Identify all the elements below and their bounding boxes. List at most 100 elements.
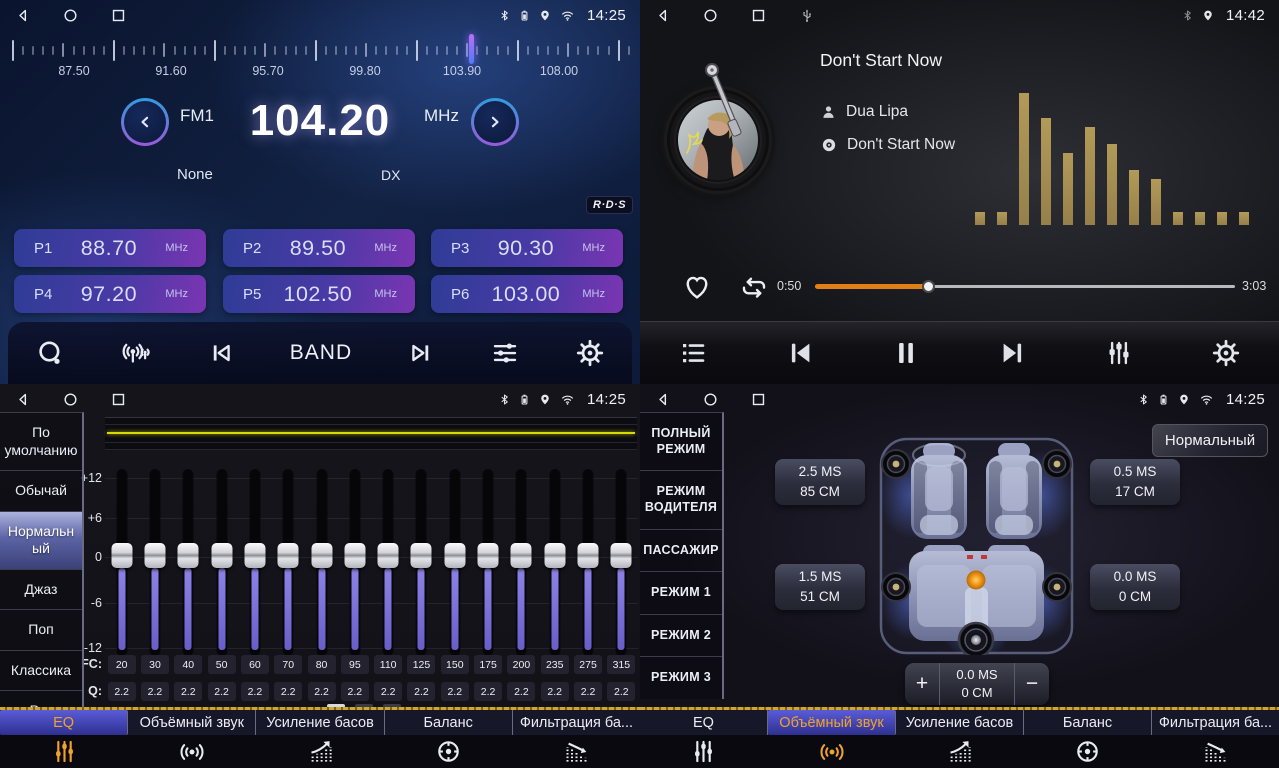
- fc-value[interactable]: 70: [274, 655, 302, 674]
- eq-band-slider[interactable]: [143, 470, 167, 655]
- next-track-button[interactable]: [994, 334, 1032, 372]
- home-icon[interactable]: [62, 391, 79, 408]
- preset-button-p1[interactable]: P188.70MHz: [14, 229, 206, 267]
- q-value[interactable]: 2.2: [108, 682, 136, 701]
- fc-value[interactable]: 315: [607, 655, 635, 674]
- q-value[interactable]: 2.2: [574, 682, 602, 701]
- recents-icon[interactable]: [750, 7, 767, 24]
- q-value[interactable]: 2.2: [474, 682, 502, 701]
- tab-filter[interactable]: Фильтрация ба...: [513, 710, 640, 735]
- preset-button-p4[interactable]: P497.20MHz: [14, 275, 206, 313]
- eq-band-slider[interactable]: [110, 470, 134, 655]
- eq-band-slider[interactable]: [176, 470, 200, 655]
- q-value[interactable]: 2.2: [208, 682, 236, 701]
- tab-surround-icon-slot[interactable]: [128, 735, 256, 768]
- tab-eq[interactable]: EQ: [0, 710, 128, 735]
- tab-filter-icon-slot[interactable]: [512, 735, 640, 768]
- fc-value[interactable]: 60: [241, 655, 269, 674]
- tab-balance[interactable]: Баланс: [385, 710, 513, 735]
- next-button[interactable]: [403, 335, 439, 371]
- settings-button[interactable]: [571, 334, 609, 372]
- rear-left-delay-button[interactable]: 1.5 MS 51 CM: [775, 564, 865, 610]
- tab-surround-icon-slot[interactable]: [768, 735, 896, 768]
- broadcast-button[interactable]: [116, 334, 156, 372]
- home-icon[interactable]: [62, 7, 79, 24]
- tab-surround[interactable]: Объёмный звук: [128, 710, 256, 735]
- mode-full[interactable]: ПОЛНЫЙ РЕЖИМ: [640, 413, 722, 471]
- tab-bass-boost-icon-slot[interactable]: [896, 735, 1024, 768]
- preset-button-p3[interactable]: P390.30MHz: [431, 229, 623, 267]
- q-value[interactable]: 2.2: [407, 682, 435, 701]
- mode-3[interactable]: РЕЖИМ 3: [640, 657, 722, 699]
- home-icon[interactable]: [702, 391, 719, 408]
- pause-button[interactable]: [887, 334, 925, 372]
- favorite-button[interactable]: [676, 266, 718, 306]
- playlist-button[interactable]: [674, 334, 712, 372]
- eq-preset-pop[interactable]: Поп: [0, 610, 82, 651]
- increase-delay-button[interactable]: +: [905, 663, 939, 705]
- fc-value[interactable]: 175: [474, 655, 502, 674]
- mode-passenger[interactable]: ПАССАЖИР: [640, 530, 722, 573]
- q-value[interactable]: 2.2: [174, 682, 202, 701]
- q-value[interactable]: 2.2: [507, 682, 535, 701]
- eq-band-slider[interactable]: [343, 470, 367, 655]
- tab-eq[interactable]: EQ: [640, 710, 768, 735]
- q-value[interactable]: 2.2: [374, 682, 402, 701]
- tab-bass-boost[interactable]: Усиление басов: [256, 710, 384, 735]
- fc-value[interactable]: 235: [541, 655, 569, 674]
- recents-icon[interactable]: [110, 7, 127, 24]
- tab-balance[interactable]: Баланс: [1024, 710, 1152, 735]
- profile-button[interactable]: Нормальный: [1152, 424, 1268, 457]
- eq-preset-default[interactable]: По умолчанию: [0, 413, 82, 471]
- fc-value[interactable]: 200: [507, 655, 535, 674]
- eq-band-slider[interactable]: [276, 470, 300, 655]
- mode-2[interactable]: РЕЖИМ 2: [640, 615, 722, 658]
- eq-band-slider[interactable]: [509, 470, 533, 655]
- prev-station-button[interactable]: [121, 98, 169, 146]
- preset-button-p5[interactable]: P5102.50MHz: [223, 275, 415, 313]
- eq-band-slider[interactable]: [243, 470, 267, 655]
- eq-preset-normal[interactable]: Нормальный: [0, 512, 82, 570]
- eq-band-slider[interactable]: [609, 470, 633, 655]
- q-value[interactable]: 2.2: [607, 682, 635, 701]
- tab-balance-icon-slot[interactable]: [384, 735, 512, 768]
- q-value[interactable]: 2.2: [341, 682, 369, 701]
- tab-balance-icon-slot[interactable]: [1023, 735, 1151, 768]
- fc-value[interactable]: 30: [141, 655, 169, 674]
- scan-button[interactable]: [31, 334, 69, 372]
- rear-right-delay-button[interactable]: 0.0 MS 0 CM: [1090, 564, 1180, 610]
- q-value[interactable]: 2.2: [274, 682, 302, 701]
- eq-band-slider[interactable]: [576, 470, 600, 655]
- preset-button-p2[interactable]: P289.50MHz: [223, 229, 415, 267]
- back-icon[interactable]: [14, 391, 31, 408]
- progress-bar[interactable]: [815, 285, 1235, 288]
- eq-button[interactable]: [1100, 334, 1138, 372]
- back-icon[interactable]: [14, 7, 31, 24]
- fc-value[interactable]: 125: [407, 655, 435, 674]
- eq-band-slider[interactable]: [409, 470, 433, 655]
- recents-icon[interactable]: [750, 391, 767, 408]
- fc-value[interactable]: 95: [341, 655, 369, 674]
- tuner-scale-ticks[interactable]: [12, 36, 630, 64]
- eq-preset-jazz[interactable]: Джаз: [0, 570, 82, 611]
- q-value[interactable]: 2.2: [308, 682, 336, 701]
- eq-band-slider[interactable]: [376, 470, 400, 655]
- back-icon[interactable]: [654, 7, 671, 24]
- mode-1[interactable]: РЕЖИМ 1: [640, 572, 722, 615]
- q-value[interactable]: 2.2: [141, 682, 169, 701]
- eq-settings-button[interactable]: [486, 334, 524, 372]
- eq-band-slider[interactable]: [210, 470, 234, 655]
- fc-value[interactable]: 275: [574, 655, 602, 674]
- prev-track-button[interactable]: [781, 334, 819, 372]
- next-station-button[interactable]: [471, 98, 519, 146]
- preset-button-p6[interactable]: P6103.00MHz: [431, 275, 623, 313]
- progress-thumb[interactable]: [922, 280, 935, 293]
- tab-filter-icon-slot[interactable]: [1151, 735, 1279, 768]
- band-button[interactable]: BAND: [286, 337, 356, 369]
- tab-bass-boost-icon-slot[interactable]: [256, 735, 384, 768]
- fc-value[interactable]: 40: [174, 655, 202, 674]
- tab-surround[interactable]: Объёмный звук: [768, 710, 896, 735]
- mode-driver[interactable]: РЕЖИМ ВОДИТЕЛЯ: [640, 471, 722, 529]
- fc-value[interactable]: 50: [208, 655, 236, 674]
- fc-value[interactable]: 110: [374, 655, 402, 674]
